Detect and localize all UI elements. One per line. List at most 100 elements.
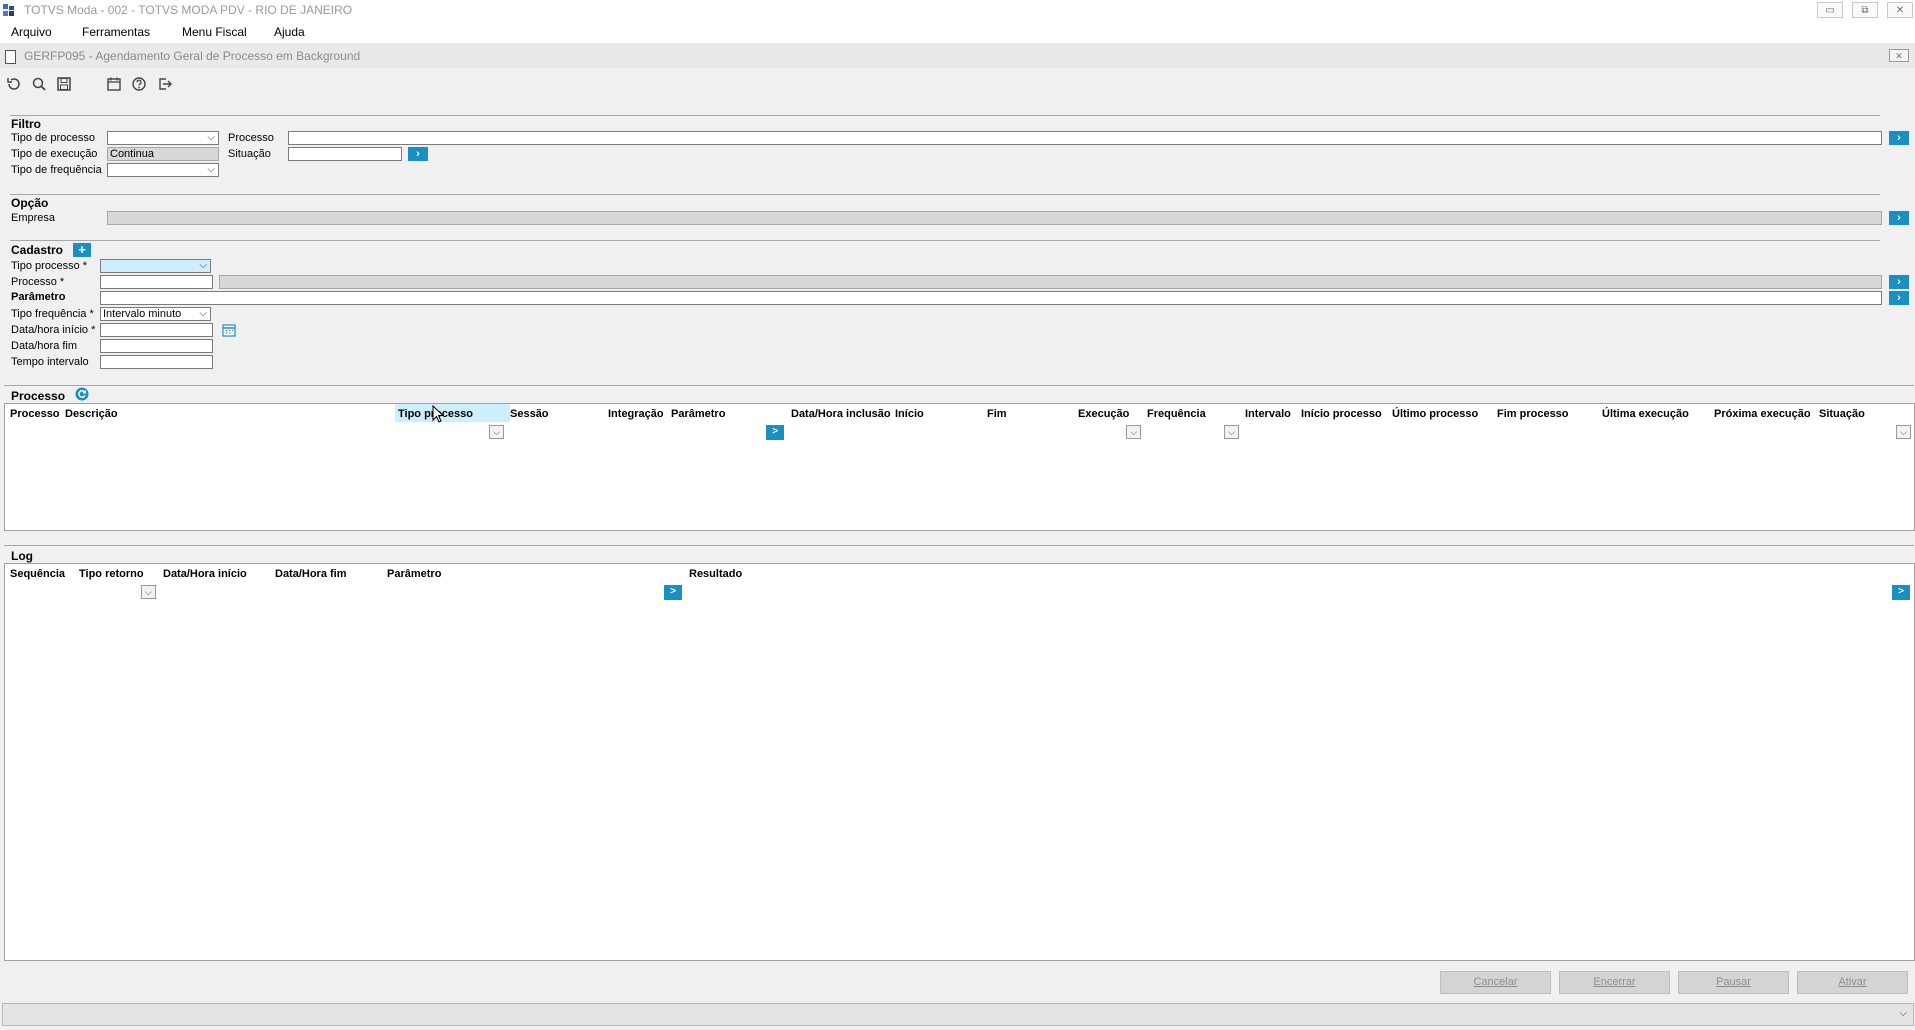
status-bar-chevron-icon[interactable]: ⌵ bbox=[1899, 1008, 1907, 1019]
save-icon[interactable] bbox=[56, 76, 72, 92]
log-title: Log bbox=[11, 549, 33, 563]
col-sequencia[interactable]: Sequência bbox=[10, 568, 65, 580]
filtro-divider bbox=[10, 115, 1880, 116]
cad-tipo-frequencia-value: Intervalo minuto bbox=[103, 308, 182, 320]
tipo-processo-select[interactable]: ⌵ bbox=[107, 131, 219, 145]
parametro-filter-go-button[interactable]: > bbox=[766, 425, 784, 440]
cad-data-inicio-label: Data/hora início * bbox=[11, 324, 96, 336]
col-resultado[interactable]: Resultado bbox=[689, 568, 742, 580]
minimize-button[interactable]: ▭ bbox=[1817, 2, 1843, 18]
cadastro-divider bbox=[10, 240, 1880, 241]
log-resultado-go-button[interactable]: > bbox=[1892, 585, 1910, 600]
col-inicio-processo[interactable]: Início processo bbox=[1301, 408, 1382, 420]
opcao-divider bbox=[10, 194, 1880, 195]
status-bar: ⌵ bbox=[2, 1003, 1914, 1026]
cad-processo-go-button[interactable]: › bbox=[1889, 275, 1909, 289]
cad-parametro-go-button[interactable]: › bbox=[1889, 291, 1909, 305]
tipo-retorno-filter-dropdown[interactable]: ⌵ bbox=[141, 585, 156, 599]
menu-ajuda[interactable]: Ajuda bbox=[274, 24, 305, 40]
window-titlebar: TOTVS Moda - 002 - TOTVS MODA PDV - RIO … bbox=[0, 0, 1915, 21]
col-tipo-retorno[interactable]: Tipo retorno bbox=[79, 568, 144, 580]
situacao-input[interactable] bbox=[288, 147, 402, 161]
tipo-frequencia-label: Tipo de frequência bbox=[11, 164, 102, 176]
col-data-hora-inicio[interactable]: Data/Hora início bbox=[163, 568, 247, 580]
col-sessao[interactable]: Sessão bbox=[510, 408, 549, 420]
exit-icon[interactable] bbox=[157, 76, 173, 92]
cad-tipo-frequencia-select[interactable]: Intervalo minuto ⌵ bbox=[100, 307, 211, 321]
col-inicio[interactable]: Início bbox=[895, 408, 924, 420]
col-data-hora-inclusao[interactable]: Data/Hora inclusão bbox=[791, 408, 891, 420]
app-icon bbox=[3, 4, 14, 16]
cad-processo-label: Processo * bbox=[11, 276, 65, 288]
opcao-title: Opção bbox=[11, 196, 49, 210]
col-fim[interactable]: Fim bbox=[987, 408, 1007, 420]
search-icon[interactable] bbox=[31, 76, 47, 92]
refresh-grid-icon[interactable] bbox=[75, 387, 89, 401]
col-ultima-execucao[interactable]: Última execução bbox=[1602, 408, 1689, 420]
log-parametro-go-button[interactable]: > bbox=[664, 585, 682, 600]
chevron-down-icon: ⌵ bbox=[199, 308, 207, 319]
chevron-down-icon: ⌵ bbox=[199, 260, 207, 271]
col-processo[interactable]: Processo bbox=[10, 408, 60, 420]
ativar-button[interactable]: Ativar bbox=[1797, 971, 1908, 994]
col-intervalo[interactable]: Intervalo bbox=[1245, 408, 1291, 420]
frequencia-filter-dropdown[interactable]: ⌵ bbox=[1224, 425, 1239, 439]
menu-ferramentas[interactable]: Ferramentas bbox=[82, 24, 150, 40]
cad-parametro-input[interactable] bbox=[100, 291, 1882, 305]
toolbar bbox=[0, 68, 1915, 98]
chevron-down-icon: ⌵ bbox=[207, 164, 215, 175]
tipo-processo-filter-dropdown[interactable]: ⌵ bbox=[489, 425, 504, 439]
cad-parametro-label: Parâmetro bbox=[11, 291, 66, 303]
col-log-parametro[interactable]: Parâmetro bbox=[387, 568, 441, 580]
col-execucao[interactable]: Execução bbox=[1078, 408, 1129, 420]
refresh-icon[interactable] bbox=[6, 76, 22, 92]
mouse-cursor-icon bbox=[432, 405, 444, 423]
col-ultimo-processo[interactable]: Último processo bbox=[1392, 408, 1478, 420]
form-title: GERFP095 - Agendamento Geral de Processo… bbox=[24, 49, 361, 63]
form-close-button[interactable]: ✕ bbox=[1889, 49, 1909, 62]
add-button[interactable]: + bbox=[73, 243, 91, 257]
cancelar-button[interactable]: Cancelar bbox=[1440, 971, 1551, 994]
col-frequencia[interactable]: Frequência bbox=[1147, 408, 1206, 420]
menu-fiscal[interactable]: Menu Fiscal bbox=[182, 24, 247, 40]
empresa-label: Empresa bbox=[11, 212, 56, 224]
cad-processo-input[interactable] bbox=[100, 275, 213, 289]
window-close-button[interactable]: ✕ bbox=[1887, 2, 1913, 18]
empresa-go-button[interactable]: › bbox=[1889, 211, 1909, 225]
cad-tipo-processo-select[interactable]: ⌵ bbox=[100, 259, 211, 273]
processo-filter-go-button[interactable]: › bbox=[1889, 131, 1909, 145]
col-integracao[interactable]: Integração bbox=[608, 408, 664, 420]
cad-tipo-frequencia-label: Tipo frequência * bbox=[11, 308, 94, 320]
form-titlebar: GERFP095 - Agendamento Geral de Processo… bbox=[0, 44, 1915, 68]
execucao-filter-dropdown[interactable]: ⌵ bbox=[1126, 425, 1141, 439]
cad-tempo-intervalo-input[interactable] bbox=[100, 355, 213, 369]
col-data-hora-fim[interactable]: Data/Hora fim bbox=[275, 568, 347, 580]
col-parametro[interactable]: Parâmetro bbox=[671, 408, 725, 420]
processo-grid: Processo Descrição Tipo processo Sessão … bbox=[4, 403, 1915, 531]
help-icon[interactable] bbox=[131, 76, 147, 92]
menu-arquivo[interactable]: Arquivo bbox=[11, 24, 52, 40]
calendar-icon[interactable] bbox=[106, 76, 122, 92]
restore-button[interactable]: ⧉ bbox=[1852, 2, 1878, 18]
situacao-go-button[interactable]: › bbox=[408, 147, 428, 161]
col-fim-processo[interactable]: Fim processo bbox=[1497, 408, 1569, 420]
empresa-field bbox=[107, 211, 1882, 225]
chevron-down-icon: ⌵ bbox=[207, 132, 215, 143]
log-divider bbox=[4, 545, 1914, 546]
cad-data-inicio-input[interactable] bbox=[100, 323, 213, 337]
pausar-button[interactable]: Pausar bbox=[1678, 971, 1789, 994]
processo-filter-input[interactable] bbox=[288, 131, 1882, 145]
col-proxima-execucao[interactable]: Próxima execução bbox=[1714, 408, 1811, 420]
cad-data-fim-label: Data/hora fim bbox=[11, 340, 78, 352]
filtro-title: Filtro bbox=[11, 117, 41, 131]
encerrar-button[interactable]: Encerrar bbox=[1559, 971, 1670, 994]
log-grid: Sequência Tipo retorno Data/Hora início … bbox=[4, 563, 1915, 961]
processo-divider bbox=[4, 385, 1914, 386]
calendar-picker-icon[interactable] bbox=[222, 323, 236, 337]
tipo-frequencia-select[interactable]: ⌵ bbox=[107, 163, 219, 177]
situacao-filter-dropdown[interactable]: ⌵ bbox=[1896, 425, 1911, 439]
cad-tempo-intervalo-label: Tempo intervalo bbox=[11, 356, 89, 368]
col-descricao[interactable]: Descrição bbox=[65, 408, 118, 420]
cad-data-fim-input[interactable] bbox=[100, 339, 213, 353]
col-situacao[interactable]: Situação bbox=[1819, 408, 1865, 420]
